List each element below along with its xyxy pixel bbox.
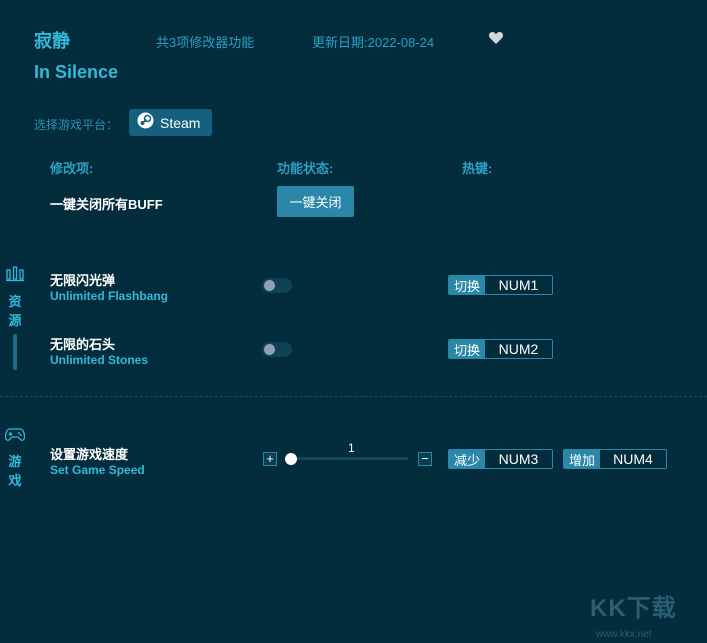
- game-title-cn: 寂静: [34, 31, 70, 51]
- steam-label: Steam: [160, 114, 201, 131]
- flashbang-label-cn: 无限闪光弹: [50, 273, 116, 288]
- flashbang-label-en: Unlimited Flashbang: [50, 289, 169, 303]
- steam-platform-button[interactable]: Steam: [129, 109, 212, 136]
- speed-value: 1: [348, 441, 355, 455]
- hotkey-action: 切换: [449, 276, 486, 294]
- flashbang-hotkey[interactable]: 切换 NUM1: [448, 275, 553, 295]
- hotkey-action: 增加: [564, 450, 601, 468]
- hotkey-key: NUM3: [485, 450, 552, 468]
- speed-minus-button[interactable]: −: [418, 452, 432, 466]
- hotkey-key: NUM4: [600, 450, 666, 468]
- update-date: 更新日期:2022-08-24: [312, 35, 435, 50]
- onekey-close-button[interactable]: 一键关闭: [277, 186, 354, 217]
- platform-label: 选择游戏平台：: [34, 118, 119, 132]
- stones-hotkey[interactable]: 切换 NUM2: [448, 339, 553, 359]
- column-header-status: 功能状态:: [277, 161, 334, 176]
- speed-decrease-hotkey[interactable]: 减少 NUM3: [448, 449, 553, 469]
- sidebar-game-label[interactable]: 游戏: [7, 452, 23, 490]
- column-header-hotkey: 热键:: [462, 161, 493, 176]
- stones-label-en: Unlimited Stones: [50, 353, 149, 367]
- hotkey-key: NUM1: [485, 276, 552, 294]
- speed-slider-handle[interactable]: [285, 453, 297, 465]
- feature-count: 共3项修改器功能: [156, 35, 255, 50]
- column-header-mod: 修改项:: [50, 161, 94, 176]
- watermark-logo: KK下载: [590, 595, 677, 622]
- speed-increase-hotkey[interactable]: 增加 NUM4: [563, 449, 667, 469]
- sidebar-resources-label[interactable]: 资源: [7, 292, 23, 330]
- hotkey-action: 减少: [449, 450, 486, 468]
- resources-icon[interactable]: [6, 266, 24, 287]
- toggle-knob: [264, 344, 275, 355]
- toggle-knob: [264, 280, 275, 291]
- hotkey-action: 切换: [449, 340, 486, 358]
- favorite-heart-icon[interactable]: [488, 30, 504, 46]
- speed-slider-track[interactable]: [292, 457, 408, 460]
- watermark-url: www.kkx.net: [596, 629, 652, 640]
- onekey-close-label: 一键关闭所有BUFF: [50, 197, 163, 212]
- gamepad-icon[interactable]: [4, 428, 26, 447]
- steam-icon: [137, 112, 154, 134]
- stones-label-cn: 无限的石头: [50, 337, 116, 352]
- game-title-en: In Silence: [34, 62, 119, 82]
- game-speed-label-en: Set Game Speed: [50, 463, 145, 477]
- hotkey-key: NUM2: [485, 340, 552, 358]
- stones-toggle[interactable]: [262, 342, 292, 357]
- speed-plus-button[interactable]: +: [263, 452, 277, 466]
- sidebar-active-indicator: [13, 334, 17, 370]
- section-divider: [0, 396, 707, 397]
- game-speed-label-cn: 设置游戏速度: [50, 447, 129, 462]
- flashbang-toggle[interactable]: [262, 278, 292, 293]
